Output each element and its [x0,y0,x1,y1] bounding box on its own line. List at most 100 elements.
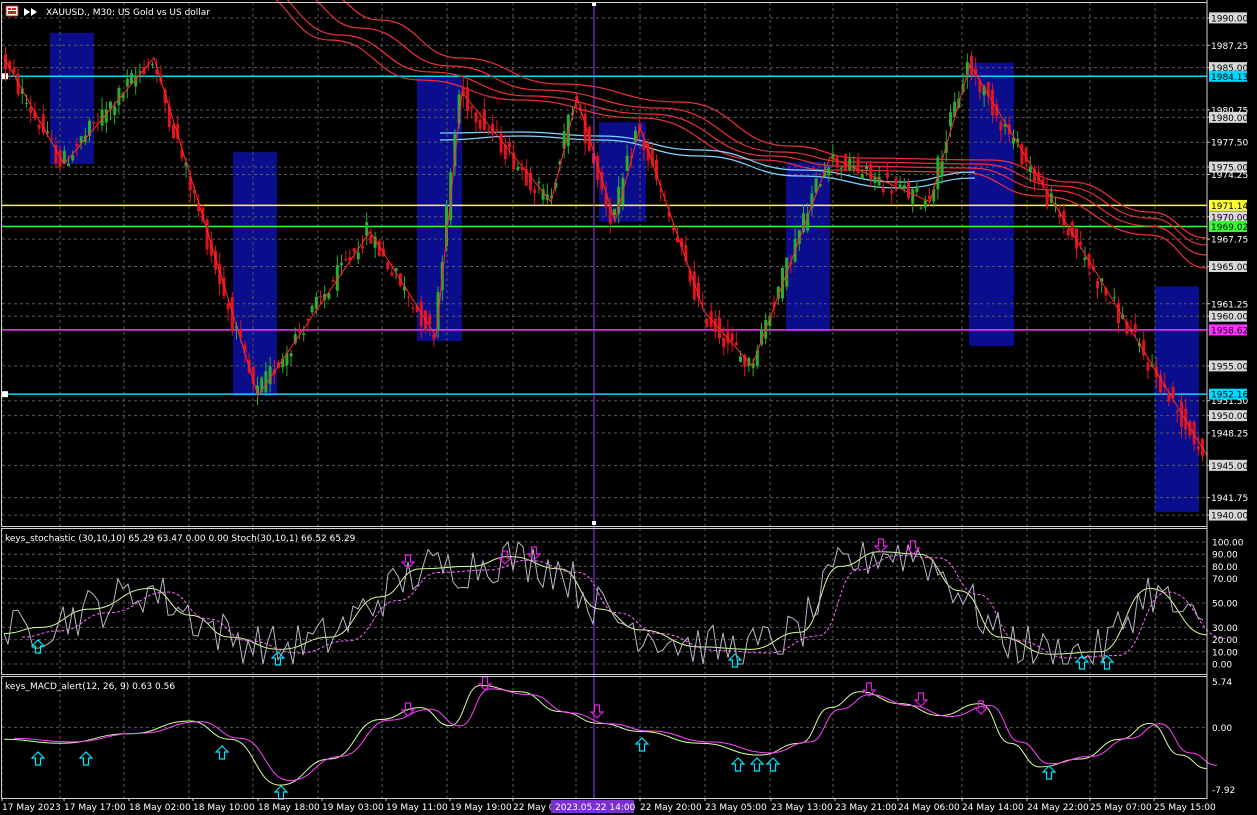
buy-arrow-icon [749,757,765,772]
level-anchor[interactable] [2,391,8,398]
candle-body [860,174,864,179]
candle-body [340,263,343,266]
macd-axis-label: 0.00 [1212,724,1232,734]
candle-body [495,129,499,131]
time-axis-label: 17 May 2023 [2,803,61,813]
candle-body [319,296,322,298]
candle-body [705,318,709,327]
buy-arrow-icon [765,757,781,772]
buy-arrow-icon [78,751,94,766]
candle-body [1171,386,1175,398]
sell-arrow-icon [973,700,989,715]
time-axis-label: 23 May 13:00 [771,803,833,813]
candle-body [411,307,415,309]
sell-arrow-icon [913,692,929,707]
sell-arrow-icon [477,676,493,691]
candle-body [1079,241,1083,245]
macd-title: keys_MACD_alert(12, 26, 9) 0.63 0.56 [5,682,175,692]
price-axis-label: 1990.00 [1211,14,1248,24]
candle-body [835,155,839,167]
candle-body [508,142,511,148]
price-axis: 1990.001987.251985.001980.751980.001977.… [1207,12,1248,796]
time-axis-label: 25 May 15:00 [1154,803,1216,813]
time-axis-label: 19 May 19:00 [450,803,512,813]
buy-arrow-icon [1099,655,1115,670]
candle-body [739,356,742,362]
buy-arrow-icon [1041,765,1057,780]
candle-body [432,334,436,340]
macd-pane [3,676,1218,800]
time-axis-label: 18 May 18:00 [258,803,320,813]
candle-body [915,188,919,192]
candle-body [29,107,33,113]
pane-frame [1,528,1208,675]
candle-body [923,200,927,208]
candle-body [138,71,142,73]
level-price-label: 1969.02 [1211,223,1248,233]
time-axis-label: 22 May 20:00 [640,803,702,813]
candle-body [1028,167,1032,173]
candle-body [671,227,675,231]
candle-body [314,297,318,309]
candle-body [730,333,734,342]
candle-body [386,262,390,270]
time-axis: 17 May 2023 17 May 17:00 18 May 02:00 18 Ma… [1,798,1216,813]
price-axis-label: 1950.00 [1211,412,1248,422]
trading-chart[interactable]: 1990.001987.251985.001980.751980.001977.… [0,0,1257,815]
macd-axis-label: 5.74 [1212,678,1232,688]
candle-body [390,272,394,276]
candle-body [1108,302,1112,304]
chart-type-icon[interactable] [24,8,37,16]
level-price-label: 1952.16 [1211,391,1248,401]
price-axis-label: 1977.50 [1211,139,1248,149]
stochastic-signal-line [21,554,1226,659]
stochastic-pane [3,538,1226,670]
candle-body [839,167,843,169]
candle-body [71,155,75,161]
candle-body [537,181,541,184]
candle-body [268,366,272,385]
candle-body [902,184,906,188]
candle-body [1146,362,1150,371]
stoch-axis-label: 20.00 [1212,636,1238,646]
price-axis-label: 1945.00 [1211,462,1248,472]
candle-body [1096,280,1099,289]
stoch-axis-label: 90.00 [1212,551,1238,561]
chart-menu-icon[interactable] [5,5,19,17]
candle-body [117,88,121,106]
candle-body [113,106,117,115]
price-axis-label: 1980.00 [1211,114,1248,124]
level-price-label: 1971.14 [1211,202,1248,212]
candle-body [302,333,306,335]
candle-body [310,305,314,313]
candle-body [92,121,96,124]
stoch-axis-label: 100.00 [1212,539,1244,549]
candle-body [886,172,889,178]
buy-arrow-icon [30,639,46,654]
candle-body [827,167,831,176]
buy-arrow-icon [730,757,746,772]
sell-arrow-icon [873,538,889,553]
vertical-marker-line[interactable] [592,2,596,798]
candle-body [37,124,41,129]
sell-arrow-icon [589,704,605,719]
horizontal-levels[interactable] [2,73,1207,398]
price-axis-label: 1965.00 [1211,263,1248,273]
price-axis-label: 1941.75 [1211,494,1248,504]
stoch-axis-label: 50.00 [1212,600,1238,610]
candle-body [125,78,129,87]
price-axis-label: 1940.00 [1211,512,1248,522]
candle-body [856,159,860,174]
candle-body [499,133,503,153]
vertical-marker-handle[interactable] [592,521,596,525]
candle-body [306,318,310,321]
candle-body [407,296,411,298]
zone-box [50,32,94,165]
time-axis-label: 24 May 06:00 [898,803,960,813]
buy-arrow-icon [30,751,46,766]
time-axis-label: 24 May 22:00 [1027,803,1089,813]
price-axis-label: 1987.25 [1211,42,1248,52]
candle-body [999,121,1003,131]
candle-body [67,163,70,166]
buy-arrow-icon [634,737,650,752]
